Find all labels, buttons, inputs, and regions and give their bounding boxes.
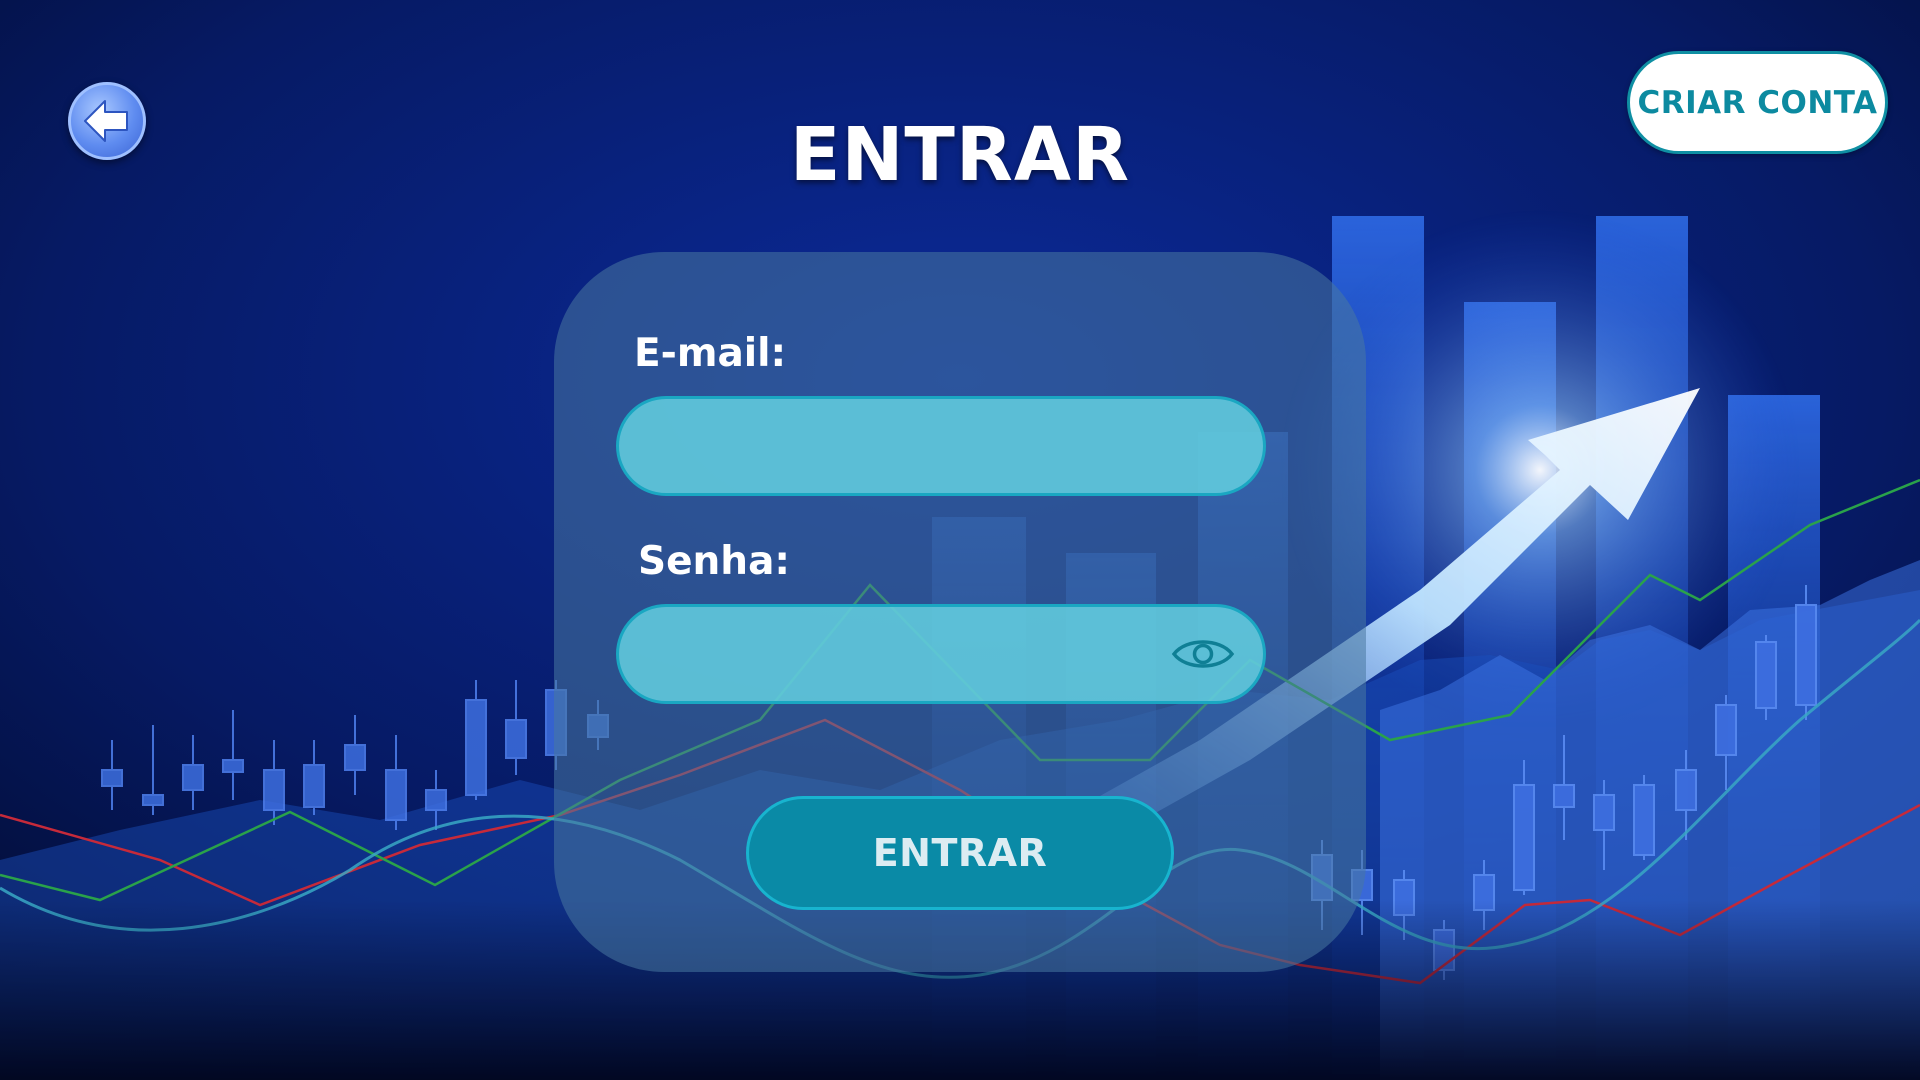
email-field-container	[616, 396, 1266, 496]
password-field-container	[616, 604, 1266, 704]
show-password-toggle[interactable]	[1169, 632, 1237, 676]
login-submit-button[interactable]: ENTRAR	[746, 796, 1174, 910]
password-label: Senha:	[638, 539, 790, 584]
password-field[interactable]	[619, 607, 1169, 701]
email-label: E-mail:	[634, 331, 787, 376]
eye-icon	[1171, 640, 1235, 668]
page-title: ENTRAR	[789, 112, 1131, 198]
email-field[interactable]	[619, 399, 1263, 493]
